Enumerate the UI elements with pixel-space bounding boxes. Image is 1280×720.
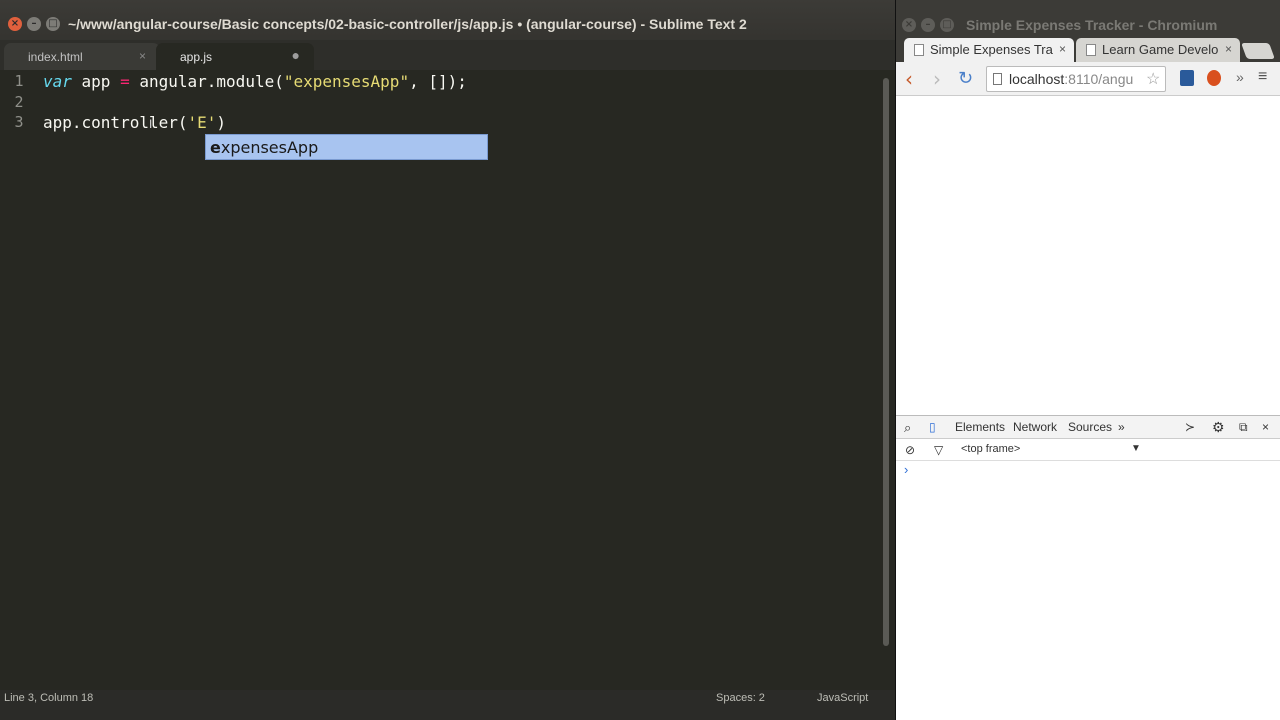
page-viewport[interactable]	[896, 96, 1280, 415]
text-cursor-icon: I	[149, 117, 153, 131]
code-text: app	[71, 72, 121, 91]
browser-toolbar: ‹ › ↻ localhost:8110/angu ☆ » ≡	[896, 62, 1280, 96]
address-bar[interactable]: localhost:8110/angu	[986, 66, 1166, 92]
close-window-icon[interactable]: ×	[902, 18, 916, 32]
keyword: var	[43, 72, 72, 91]
page-favicon-icon	[1086, 44, 1096, 56]
console-prompt[interactable]: ›	[904, 462, 908, 477]
autocomplete-suggestion[interactable]: expensesApp	[205, 134, 488, 160]
reload-icon[interactable]: ↻	[958, 68, 973, 89]
code-text: angular.module(	[129, 72, 284, 91]
close-tab-icon[interactable]: ×	[139, 49, 146, 63]
string-literal: 'E'	[187, 113, 217, 132]
line-number: 3	[14, 113, 24, 131]
unsaved-dot-icon[interactable]: ●	[292, 47, 300, 63]
chromium-titlebar: × – □ Simple Expenses Tracker - Chromium	[896, 0, 1280, 36]
code-text: )	[216, 113, 227, 132]
window-title: Simple Expenses Tracker - Chromium	[966, 17, 1218, 33]
syntax-mode[interactable]: JavaScript	[817, 692, 868, 704]
more-tabs-icon[interactable]: »	[1118, 420, 1125, 434]
devtools-toolbar: ⌕ ▯ Elements Network Sources » ≻ ⚙ ⧉ ×	[896, 416, 1280, 439]
new-tab-button[interactable]	[1241, 43, 1275, 59]
devtools-panel: ⌕ ▯ Elements Network Sources » ≻ ⚙ ⧉ × ⊘…	[896, 415, 1280, 720]
code-line-1[interactable]: var app = angular.module("expensesApp", …	[43, 72, 467, 91]
window-title: ~/www/angular-course/Basic concepts/02-b…	[68, 16, 747, 32]
code-text: app.controller(	[43, 113, 188, 132]
chromium-window: × – □ Simple Expenses Tracker - Chromium…	[895, 0, 1280, 720]
browser-tab-expenses[interactable]: Simple Expenses Tra ×	[904, 38, 1074, 64]
menu-icon[interactable]: ≡	[1258, 68, 1267, 86]
dock-icon[interactable]: ⧉	[1239, 420, 1248, 435]
editor-tabbar: index.html × app.js ●	[0, 40, 895, 70]
extension-icon[interactable]	[1207, 70, 1221, 86]
close-window-icon[interactable]: ×	[8, 17, 22, 31]
sublime-window: × – □ ~/www/angular-course/Basic concept…	[0, 0, 895, 720]
frame-selector[interactable]: <top frame>	[961, 443, 1020, 455]
tab-sources[interactable]: Sources	[1068, 420, 1112, 434]
console-drawer-icon[interactable]: ≻	[1185, 420, 1195, 434]
extension-icon[interactable]	[1180, 70, 1194, 86]
maximize-window-icon[interactable]: □	[46, 17, 60, 31]
bookmark-star-icon[interactable]: ☆	[1146, 69, 1160, 89]
tab-label: Simple Expenses Tra	[930, 42, 1053, 57]
minimize-window-icon[interactable]: –	[27, 17, 41, 31]
tab-elements[interactable]: Elements	[955, 420, 1005, 434]
tab-label: index.html	[28, 50, 83, 64]
tab-app-js[interactable]: app.js ●	[156, 43, 314, 70]
console-filter-bar: ⊘ ▽ <top frame> ▼	[896, 439, 1280, 461]
indentation-setting[interactable]: Spaces: 2	[716, 692, 765, 704]
tab-network[interactable]: Network	[1013, 420, 1057, 434]
code-editor[interactable]: 1 2 3 var app = angular.module("expenses…	[0, 70, 880, 690]
line-number: 1	[14, 72, 24, 90]
page-favicon-icon	[914, 44, 924, 56]
back-arrow-icon[interactable]: ‹	[905, 67, 913, 91]
autocomplete-rest: xpensesApp	[220, 138, 319, 157]
autocomplete-match: e	[210, 138, 221, 157]
gear-icon[interactable]: ⚙	[1212, 419, 1225, 436]
cursor-position: Line 3, Column 18	[4, 692, 94, 704]
editor-scrollbar[interactable]	[883, 78, 889, 646]
browser-tab-game-dev[interactable]: Learn Game Develo ×	[1076, 38, 1240, 64]
browser-tabstrip: Simple Expenses Tra × Learn Game Develo …	[896, 36, 1280, 64]
page-icon	[993, 73, 1002, 85]
search-icon[interactable]: ⌕	[904, 420, 911, 436]
url-host: localhost	[1009, 71, 1065, 87]
status-bar: Line 3, Column 18 Spaces: 2 JavaScript	[0, 690, 895, 720]
close-icon[interactable]: ×	[1262, 420, 1269, 434]
tab-label: Learn Game Develo	[1102, 42, 1219, 57]
device-mode-icon[interactable]: ▯	[929, 420, 936, 434]
tab-label: app.js	[180, 50, 213, 64]
string-literal: "expensesApp"	[283, 72, 410, 91]
operator: =	[120, 72, 130, 91]
close-tab-icon[interactable]: ×	[1225, 42, 1232, 56]
clear-console-icon[interactable]: ⊘	[905, 443, 915, 457]
forward-arrow-icon[interactable]: ›	[933, 67, 941, 91]
line-number: 2	[14, 93, 24, 111]
url-rest: :8110/angu	[1064, 71, 1134, 87]
chevron-down-icon[interactable]: ▼	[1131, 443, 1141, 454]
maximize-window-icon[interactable]: □	[940, 18, 954, 32]
code-line-3[interactable]: app.controller('E')	[43, 113, 226, 132]
filter-icon[interactable]: ▽	[934, 443, 943, 457]
minimize-window-icon[interactable]: –	[921, 18, 935, 32]
tab-index-html[interactable]: index.html ×	[4, 43, 160, 70]
close-tab-icon[interactable]: ×	[1059, 42, 1066, 56]
more-extensions[interactable]: »	[1236, 69, 1244, 85]
code-text: , []);	[409, 72, 467, 91]
